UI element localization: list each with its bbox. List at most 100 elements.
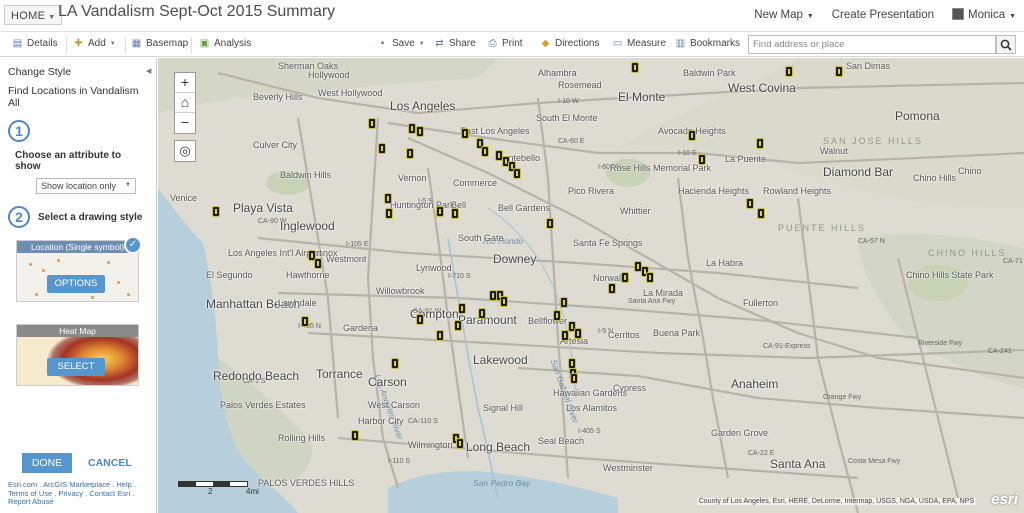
vandalism-marker[interactable]	[546, 218, 554, 229]
vandalism-marker[interactable]	[391, 358, 399, 369]
top-header-bar: HOME ▼ LA Vandalism Sept-Oct 2015 Summary…	[0, 0, 1024, 32]
add-button[interactable]: ✚ Add ▼	[73, 38, 116, 49]
sample-point	[107, 261, 110, 264]
save-button[interactable]: ▪ Save ▼	[377, 38, 425, 49]
vandalism-marker[interactable]	[568, 358, 576, 369]
user-menu[interactable]: Monica ▼	[952, 8, 1016, 21]
attribute-select[interactable]: Show location only ▼	[36, 178, 136, 194]
measure-button[interactable]: ▭ Measure	[612, 38, 666, 49]
change-style-panel: Change Style ◀ Find Locations in Vandali…	[0, 58, 157, 513]
new-map-menu[interactable]: New Map ▼	[754, 9, 813, 21]
vandalism-marker[interactable]	[378, 143, 386, 154]
vandalism-marker[interactable]	[481, 146, 489, 157]
address-search-input[interactable]: Find address or place	[748, 35, 996, 54]
highway-label: CA-22 E	[748, 450, 775, 457]
bookmarks-button[interactable]: ▥ Bookmarks	[675, 38, 740, 49]
collapse-panel-icon[interactable]: ◀	[146, 67, 151, 75]
chevron-down-icon: ▼	[109, 40, 116, 47]
vandalism-marker[interactable]	[570, 373, 578, 384]
vandalism-marker[interactable]	[561, 330, 569, 341]
vandalism-marker[interactable]	[756, 138, 764, 149]
vandalism-marker[interactable]	[385, 208, 393, 219]
footer-line[interactable]: Report Abuse	[8, 497, 156, 507]
locate-icon[interactable]: ◎	[174, 140, 196, 162]
vandalism-marker[interactable]	[621, 272, 629, 283]
vandalism-marker[interactable]	[688, 130, 696, 141]
vandalism-marker[interactable]	[351, 430, 359, 441]
share-button[interactable]: ⇄ Share	[434, 38, 475, 49]
place-label: Diamond Bar	[823, 165, 894, 179]
select-button[interactable]: SELECT	[47, 358, 105, 376]
vandalism-marker[interactable]	[608, 283, 616, 294]
vandalism-marker[interactable]	[384, 193, 392, 204]
location-style-title: Location (Single symbol)	[17, 241, 138, 253]
sample-point	[29, 263, 32, 266]
vandalism-marker[interactable]	[513, 168, 521, 179]
home-menu-button[interactable]: HOME ▼	[4, 5, 63, 25]
vandalism-marker[interactable]	[560, 297, 568, 308]
highway-label: CA-241	[988, 348, 1012, 355]
zoom-in-button[interactable]: +	[175, 73, 195, 93]
vandalism-marker[interactable]	[212, 206, 220, 217]
vandalism-marker[interactable]	[456, 438, 464, 449]
vandalism-marker[interactable]	[553, 310, 561, 321]
scale-bar	[178, 481, 248, 487]
vandalism-marker[interactable]	[631, 62, 639, 73]
vandalism-marker[interactable]	[785, 66, 793, 77]
highway-label: I-405 S	[578, 428, 601, 435]
place-label: Vernon	[398, 173, 427, 183]
place-label: Walnut	[820, 146, 848, 156]
place-label: Venice	[170, 193, 198, 203]
vandalism-marker[interactable]	[835, 66, 843, 77]
vandalism-marker[interactable]	[698, 154, 706, 165]
search-icon	[1000, 39, 1012, 51]
create-presentation-link[interactable]: Create Presentation	[832, 9, 934, 21]
zoom-control: + ⌂ −	[174, 72, 196, 134]
vandalism-marker[interactable]	[408, 123, 416, 134]
details-icon: ▤	[12, 38, 23, 49]
chevron-down-icon: ▼	[48, 14, 56, 21]
vandalism-marker[interactable]	[416, 314, 424, 325]
search-button[interactable]	[996, 35, 1016, 54]
location-style-card[interactable]: Location (Single symbol) OPTIONS	[16, 240, 139, 302]
vandalism-marker[interactable]	[500, 296, 508, 307]
vandalism-marker[interactable]	[301, 316, 309, 327]
analysis-button[interactable]: ▣ Analysis	[199, 38, 251, 49]
vandalism-marker[interactable]	[458, 303, 466, 314]
place-label: Cerritos	[608, 330, 640, 340]
vandalism-marker[interactable]	[436, 206, 444, 217]
vandalism-marker[interactable]	[314, 258, 322, 269]
divider	[125, 37, 126, 53]
vandalism-marker[interactable]	[574, 328, 582, 339]
vandalism-marker[interactable]	[451, 208, 459, 219]
map-view[interactable]: SAN JOSE HILLS PUENTE HILLS CHINO HILLS …	[158, 58, 1024, 513]
vandalism-marker[interactable]	[368, 118, 376, 129]
highway-label: I-10 W	[558, 98, 579, 105]
place-label: Torrance	[316, 367, 363, 381]
print-button[interactable]: ⎙ Print	[487, 38, 523, 49]
highway-label: I-110 S	[388, 458, 411, 465]
heat-map-style-card[interactable]: Heat Map SELECT	[16, 324, 139, 386]
place-label: El Segundo	[206, 270, 253, 280]
cancel-button[interactable]: CANCEL	[88, 457, 132, 469]
vandalism-marker[interactable]	[478, 308, 486, 319]
place-label: West Covina	[728, 81, 796, 95]
options-button[interactable]: OPTIONS	[47, 275, 105, 293]
vandalism-marker[interactable]	[406, 148, 414, 159]
vandalism-marker[interactable]	[746, 198, 754, 209]
vandalism-marker[interactable]	[436, 330, 444, 341]
place-label: Inglewood	[280, 219, 335, 233]
done-button[interactable]: DONE	[22, 453, 72, 473]
vandalism-marker[interactable]	[416, 126, 424, 137]
place-label: Rosemead	[558, 80, 602, 90]
details-button[interactable]: ▤ Details	[12, 38, 58, 49]
basemap-button[interactable]: ▦ Basemap	[131, 38, 188, 49]
chevron-down-icon: ▼	[1007, 13, 1016, 20]
vandalism-marker[interactable]	[757, 208, 765, 219]
zoom-out-button[interactable]: −	[175, 113, 195, 133]
vandalism-marker[interactable]	[461, 128, 469, 139]
vandalism-marker[interactable]	[646, 272, 654, 283]
home-extent-button[interactable]: ⌂	[175, 93, 195, 113]
directions-button[interactable]: ◆ Directions	[540, 38, 600, 49]
vandalism-marker[interactable]	[454, 320, 462, 331]
